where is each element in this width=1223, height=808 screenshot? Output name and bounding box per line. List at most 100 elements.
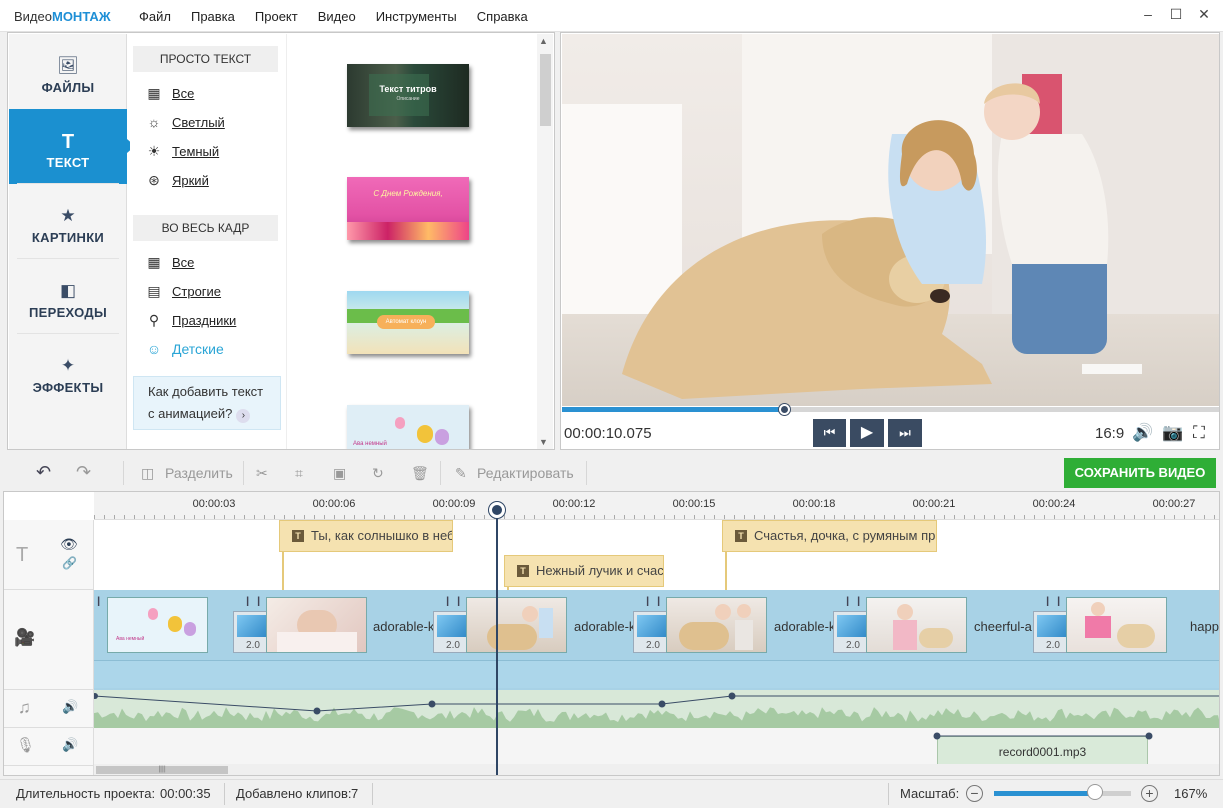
playback-progress[interactable] [562, 404, 1219, 415]
split-button[interactable]: Разделить [165, 465, 233, 481]
edit-button[interactable]: Редактировать [477, 465, 574, 481]
close-button[interactable]: ✕ [1193, 6, 1215, 26]
menu-help[interactable]: Справка [477, 9, 528, 24]
clip-grip-icon[interactable]: || [657, 596, 661, 607]
ruler-minor-tick [234, 515, 235, 519]
next-button[interactable]: ⏭ [888, 419, 922, 447]
category-dark[interactable]: ☀ Темный [145, 141, 219, 161]
library-scrollbar[interactable]: ▲ ▼ [537, 34, 553, 449]
fullscreen-icon[interactable]: ⛶ [1193, 423, 1205, 443]
minimize-button[interactable]: – [1137, 6, 1159, 26]
divider [243, 461, 244, 485]
video-frame[interactable] [562, 34, 1219, 406]
maximize-button[interactable]: ☐ [1165, 6, 1187, 26]
timeline[interactable]: 00:00:03 00:00:06 00:00:09 00:00:12 00:0… [3, 491, 1220, 776]
clip-grip-icon[interactable]: || [97, 596, 101, 607]
category-strict[interactable]: ▤ Строгие [145, 281, 221, 301]
play-button[interactable]: ▶ [850, 419, 884, 447]
frame-icon[interactable]: ▣ [333, 465, 346, 482]
zoom-in-button[interactable]: + [1141, 785, 1158, 802]
title-template-thumb[interactable]: Текст титров Описание [347, 64, 469, 127]
video-clip[interactable]: Ава немный [107, 597, 208, 653]
category-kids[interactable]: ☺ Детские [145, 339, 224, 359]
crop-icon[interactable]: ⌗ [295, 465, 303, 482]
zoom-slider[interactable] [994, 791, 1131, 796]
aspect-ratio[interactable]: 16:9 [1095, 425, 1124, 442]
menu-edit[interactable]: Правка [191, 9, 235, 24]
caption-clip[interactable]: T Нежный лучик и счас [504, 555, 664, 587]
video-clip[interactable] [866, 597, 967, 653]
title-template-thumb[interactable]: Автомат клоун [347, 291, 469, 354]
video-track[interactable]: || Ава немный || || 2.0 adorable-k || ||… [94, 590, 1219, 690]
video-clip[interactable] [266, 597, 367, 653]
music-track[interactable] [92, 690, 1219, 728]
clip-grip-icon[interactable]: || [457, 596, 461, 607]
howto-animation-link[interactable]: Как добавить текст с анимацией? › [133, 376, 281, 430]
video-clip[interactable] [666, 597, 767, 653]
scrollbar-thumb[interactable]: |||| [96, 766, 228, 774]
music-volume-icon[interactable]: 🔊 [62, 699, 78, 715]
category-bright[interactable]: ⊛ Яркий [145, 170, 209, 190]
voice-volume-line [933, 732, 1153, 740]
ruler-minor-tick [994, 515, 995, 519]
delete-icon[interactable]: 🗑 [411, 465, 429, 482]
ruler-minor-tick [674, 515, 675, 519]
cut-icon[interactable]: ✂ [256, 465, 268, 482]
camera-icon[interactable]: 📷 [1162, 423, 1183, 443]
clip-grip-icon[interactable]: || [1046, 596, 1050, 607]
title-template-thumb[interactable]: С Днем Рождения, [347, 177, 469, 240]
clip-grip-icon[interactable]: || [446, 596, 450, 607]
progress-knob[interactable] [779, 404, 791, 415]
zoom-slider-handle[interactable] [1087, 784, 1104, 800]
scroll-down-icon[interactable]: ▼ [539, 437, 548, 447]
clip-grip-icon[interactable]: || [1057, 596, 1061, 607]
menu-file[interactable]: Файл [139, 9, 171, 24]
category-holidays[interactable]: ⚲ Праздники [145, 310, 236, 330]
sidebar-item-text[interactable]: T ТЕКСТ [9, 109, 135, 184]
ruler-minor-tick [724, 515, 725, 519]
menu-project[interactable]: Проект [255, 9, 298, 24]
category-all-fullframe[interactable]: ▦ Все [145, 252, 194, 272]
playhead-handle[interactable] [489, 502, 505, 518]
ruler-minor-tick [464, 515, 465, 519]
caption-clip[interactable]: T Счастья, дочка, с румяным при [722, 520, 937, 552]
duration-value: 00:00:35 [160, 786, 211, 801]
redo-icon[interactable]: ↷ [76, 462, 91, 483]
volume-icon[interactable]: 🔊 [1132, 423, 1153, 443]
ruler-minor-tick [804, 515, 805, 519]
eye-icon[interactable]: 👁 [60, 536, 78, 553]
clip-grip-icon[interactable]: || [646, 596, 650, 607]
ruler-minor-tick [374, 515, 375, 519]
voice-track[interactable]: record0001.mp3 [94, 728, 1219, 766]
category-light[interactable]: ☼ Светлый [145, 112, 225, 132]
sidebar-item-transitions[interactable]: ◧ ПЕРЕХОДЫ [9, 259, 127, 334]
menu-tools[interactable]: Инструменты [376, 9, 457, 24]
scrollbar-thumb[interactable] [540, 54, 551, 126]
sidebar-item-pictures[interactable]: ★ КАРТИНКИ [9, 184, 127, 259]
video-clip[interactable] [466, 597, 567, 653]
link-icon[interactable]: 🔗 [62, 556, 77, 570]
timeline-scrollbar[interactable]: |||| [94, 764, 1219, 775]
category-all-simple[interactable]: ▦ Все [145, 83, 194, 103]
sidebar-item-effects[interactable]: ✦ ЭФФЕКТЫ [9, 334, 127, 409]
clip-grip-icon[interactable]: || [846, 596, 850, 607]
sidebar-item-files[interactable]: 🖼 ФАЙЛЫ [9, 34, 127, 109]
ruler-minor-tick [754, 515, 755, 519]
scroll-up-icon[interactable]: ▲ [539, 36, 548, 46]
ruler-minor-tick [1024, 515, 1025, 519]
baby-icon: ☺ [146, 341, 162, 357]
clip-grip-icon[interactable]: || [257, 596, 261, 607]
rotate-icon[interactable]: ↻ [372, 465, 384, 482]
title-template-thumb[interactable]: Ава немный [347, 405, 469, 449]
undo-icon[interactable]: ↶ [36, 462, 51, 483]
time-ruler[interactable]: 00:00:03 00:00:06 00:00:09 00:00:12 00:0… [94, 492, 1219, 520]
clip-grip-icon[interactable]: || [857, 596, 861, 607]
caption-clip[interactable]: T Ты, как солнышко в неб [279, 520, 453, 552]
menu-video[interactable]: Видео [318, 9, 356, 24]
video-clip[interactable] [1066, 597, 1167, 653]
zoom-out-button[interactable]: − [966, 785, 983, 802]
save-video-button[interactable]: СОХРАНИТЬ ВИДЕО [1064, 458, 1216, 488]
previous-button[interactable]: ⏮ [813, 419, 846, 447]
clip-grip-icon[interactable]: || [246, 596, 250, 607]
voice-volume-icon[interactable]: 🔊 [62, 737, 78, 753]
